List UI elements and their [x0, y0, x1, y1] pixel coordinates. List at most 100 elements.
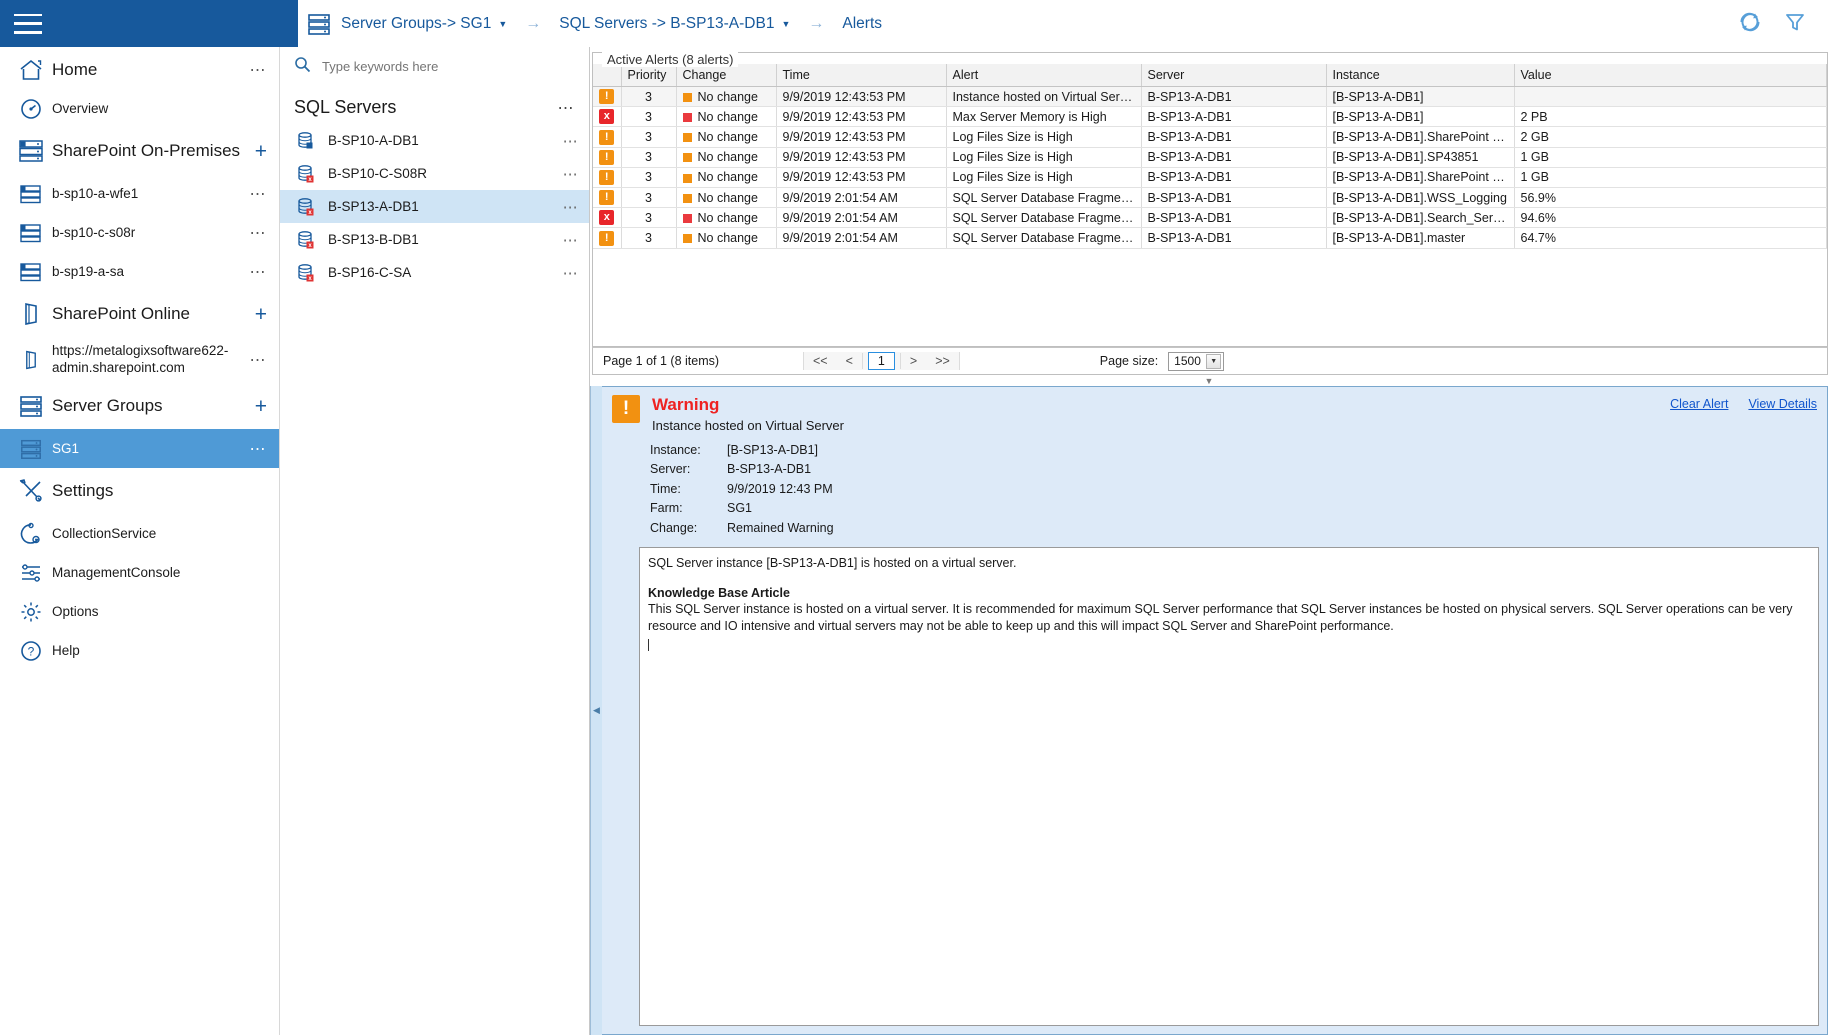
body: Home ⋯ Overview SharePoint On-Premises +… [0, 47, 1828, 1035]
detail-title: Warning [652, 395, 720, 414]
overflow-menu-icon[interactable]: ⋯ [558, 98, 576, 118]
overflow-menu-icon[interactable]: ⋯ [563, 198, 579, 216]
filter-icon[interactable] [1784, 11, 1806, 36]
add-icon[interactable]: + [249, 304, 267, 325]
first-page-button[interactable]: << [804, 352, 837, 370]
overflow-menu-icon[interactable]: ⋯ [563, 165, 579, 183]
last-page-button[interactable]: >> [926, 352, 959, 370]
column-header-priority[interactable]: Priority [621, 64, 677, 87]
next-page-button[interactable]: > [901, 352, 926, 370]
pane-splitter[interactable]: ▼ [590, 375, 1828, 386]
table-row[interactable]: ! 3 No change 9/9/2019 12:43:53 PM Insta… [593, 86, 1827, 108]
time-cell: 9/9/2019 12:43:53 PM [776, 106, 947, 128]
overflow-menu-icon[interactable]: ⋯ [244, 262, 268, 282]
tree-item-label: B-SP16-C-SA [328, 265, 412, 280]
field-label: Instance: [650, 442, 701, 457]
sidebar-item-help[interactable]: ? Help [0, 631, 279, 670]
table-row[interactable]: ! 3 No change 9/9/2019 12:43:53 PM Log F… [593, 147, 1827, 168]
chevron-down-icon[interactable]: ▼ [498, 19, 507, 29]
menu-toggle-zone[interactable] [0, 0, 298, 47]
alert-cell: SQL Server Database Fragmentation ... [946, 207, 1142, 229]
page-size-select[interactable]: 1500 ▼ [1168, 351, 1225, 371]
table-row[interactable]: ! 3 No change 9/9/2019 12:43:53 PM Log F… [593, 167, 1827, 189]
gauge-icon [10, 97, 52, 121]
sidebar-item-sharepoint-online[interactable]: SharePoint Online + [0, 291, 279, 337]
table-row[interactable]: ! 3 No change 9/9/2019 12:43:53 PM Log F… [593, 126, 1827, 148]
overflow-menu-icon[interactable]: ⋯ [563, 132, 579, 150]
knowledge-base-textbox[interactable]: SQL Server instance [B-SP13-A-DB1] is ho… [639, 547, 1819, 1026]
sidebar-item-options[interactable]: Options [0, 592, 279, 631]
sidebar-item-sharepoint-on-premises[interactable]: SharePoint On-Premises + [0, 128, 279, 174]
priority-cell: 3 [621, 187, 677, 209]
overflow-menu-icon[interactable]: ⋯ [563, 264, 579, 282]
table-row[interactable]: ! 3 No change 9/9/2019 2:01:54 AM SQL Se… [593, 227, 1827, 249]
server-icon [10, 260, 52, 284]
database-icon [296, 131, 324, 151]
tree-item-b-sp16-c-sa[interactable]: x B-SP16-C-SA ⋯ [280, 256, 589, 289]
collapse-detail-handle[interactable]: ◀ [590, 386, 602, 1035]
sidebar-item-overview[interactable]: Overview [0, 89, 279, 128]
overflow-menu-icon[interactable]: ⋯ [563, 231, 579, 249]
add-icon[interactable]: + [249, 396, 267, 417]
column-header-change[interactable]: Change [676, 64, 777, 87]
tree-item-b-sp13-b-db1[interactable]: x B-SP13-B-DB1 ⋯ [280, 223, 589, 256]
server-cell: B-SP13-A-DB1 [1141, 227, 1327, 249]
overflow-menu-icon[interactable]: ⋯ [244, 223, 268, 243]
options-icon [10, 600, 52, 624]
sidebar: Home ⋯ Overview SharePoint On-Premises +… [0, 47, 280, 1035]
sidebar-item-sg1[interactable]: SG1 ⋯ [0, 429, 279, 468]
column-header-instance[interactable]: Instance [1326, 64, 1515, 87]
detail-field-change: Change: Remained Warning [650, 520, 1827, 537]
column-header-value[interactable]: Value [1514, 64, 1827, 87]
tree-item-label: B-SP13-A-DB1 [328, 199, 419, 214]
breadcrumb-item-server-groups[interactable]: Server Groups-> SG1 ▼ [306, 11, 507, 37]
chevron-down-icon[interactable]: ▼ [781, 19, 790, 29]
current-page-indicator[interactable]: 1 [867, 352, 895, 370]
column-header-time[interactable]: Time [776, 64, 947, 87]
column-header-alert[interactable]: Alert [946, 64, 1142, 87]
breadcrumb-arrow-icon: → [808, 14, 825, 32]
time-cell: 9/9/2019 12:43:53 PM [776, 147, 947, 168]
sidebar-item-managementconsole[interactable]: ManagementConsole [0, 553, 279, 592]
breadcrumb-item-sql-servers[interactable]: SQL Servers -> B-SP13-A-DB1 ▼ [559, 15, 790, 33]
sidebar-item-server-groups[interactable]: Server Groups + [0, 383, 279, 429]
table-row[interactable]: x 3 No change 9/9/2019 2:01:54 AM SQL Se… [593, 207, 1827, 229]
tree-item-b-sp13-a-db1[interactable]: x B-SP13-A-DB1 ⋯ [280, 190, 589, 223]
sidebar-item-collectionservice[interactable]: CollectionService [0, 514, 279, 553]
column-header-icon[interactable] [593, 64, 622, 87]
search-input[interactable] [320, 57, 579, 75]
sidebar-item-b-sp10-c-s08r[interactable]: b-sp10-c-s08r ⋯ [0, 213, 279, 252]
hamburger-icon[interactable] [14, 13, 42, 34]
sidebar-item-home[interactable]: Home ⋯ [0, 50, 279, 89]
chevron-down-icon[interactable]: ▼ [1206, 353, 1222, 369]
time-cell: 9/9/2019 2:01:54 AM [776, 187, 947, 209]
status-chip [682, 234, 692, 244]
tree-item-b-sp10-a-db1[interactable]: B-SP10-A-DB1 ⋯ [280, 124, 589, 157]
table-row[interactable]: ! 3 No change 9/9/2019 2:01:54 AM SQL Se… [593, 187, 1827, 209]
column-header-server[interactable]: Server [1141, 64, 1327, 87]
sidebar-item-settings[interactable]: Settings [0, 468, 279, 514]
severity-cell: ! [593, 147, 622, 168]
overflow-menu-icon[interactable]: ⋯ [244, 184, 268, 204]
overflow-menu-icon[interactable]: ⋯ [244, 60, 268, 80]
field-label: Farm: [650, 501, 683, 516]
sidebar-item-b-sp10-a-wfe1[interactable]: b-sp10-a-wfe1 ⋯ [0, 174, 279, 213]
table-header-row: Priority Change Time Alert Server Instan… [593, 64, 1827, 87]
breadcrumb-item-alerts[interactable]: Alerts [842, 15, 882, 33]
alert-cell: Instance hosted on Virtual Server [946, 86, 1142, 108]
add-icon[interactable]: + [249, 141, 267, 162]
table-row[interactable]: x 3 No change 9/9/2019 12:43:53 PM Max S… [593, 106, 1827, 128]
prev-page-button[interactable]: < [837, 352, 862, 370]
overflow-menu-icon[interactable]: ⋯ [244, 439, 268, 459]
status-chip [682, 92, 692, 102]
view-details-link[interactable]: View Details [1748, 397, 1817, 411]
cloud-door-icon [10, 349, 52, 371]
sidebar-item-b-sp19-a-sa[interactable]: b-sp19-a-sa ⋯ [0, 252, 279, 291]
overflow-menu-icon[interactable]: ⋯ [244, 350, 268, 370]
refresh-icon[interactable] [1738, 10, 1762, 37]
priority-cell: 3 [621, 126, 677, 148]
sidebar-item-sharepoint-admin-url[interactable]: https://metalogixsoftware622-admin.share… [0, 337, 279, 383]
tree-item-b-sp10-c-s08r[interactable]: x B-SP10-C-S08R ⋯ [280, 157, 589, 190]
status-chip [682, 113, 692, 122]
clear-alert-link[interactable]: Clear Alert [1670, 397, 1728, 411]
